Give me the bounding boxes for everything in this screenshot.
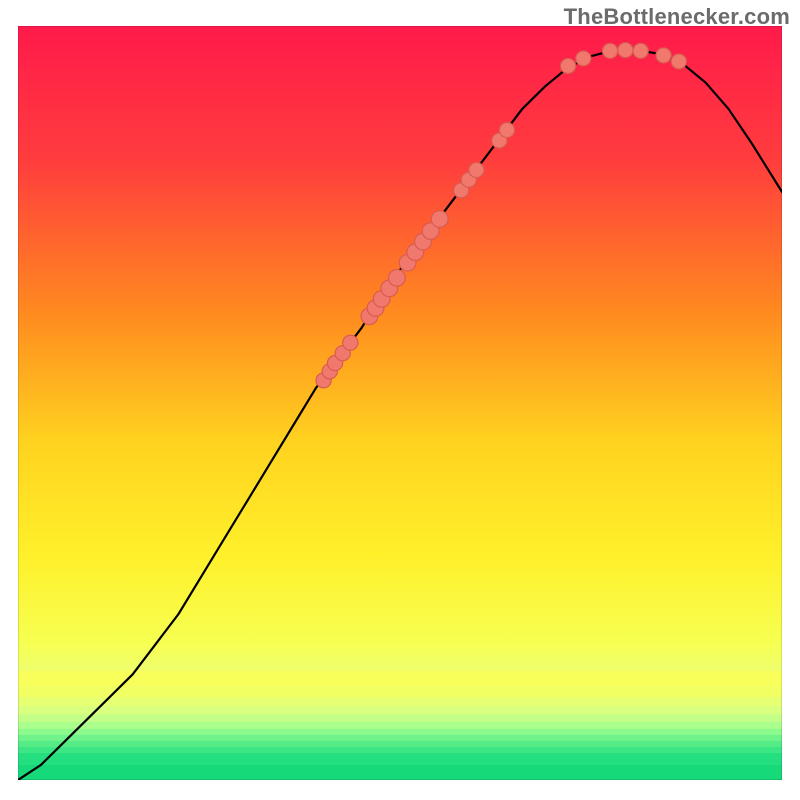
- watermark-text: TheBottlenecker.com: [564, 4, 790, 30]
- data-marker: [389, 270, 406, 287]
- data-marker: [618, 43, 633, 58]
- data-marker: [431, 211, 448, 228]
- data-marker: [633, 43, 648, 58]
- data-marker: [576, 51, 591, 66]
- data-marker: [499, 123, 514, 138]
- data-marker: [602, 43, 617, 58]
- data-marker: [671, 54, 686, 69]
- data-marker: [343, 335, 358, 350]
- data-marker: [469, 162, 484, 177]
- bg-rect: [18, 26, 782, 780]
- data-marker: [656, 48, 671, 63]
- plot-area: [18, 26, 782, 780]
- bottom-bands: [18, 671, 782, 780]
- chart-container: TheBottlenecker.com: [0, 0, 800, 800]
- data-marker: [560, 58, 575, 73]
- chart-svg: [18, 26, 782, 780]
